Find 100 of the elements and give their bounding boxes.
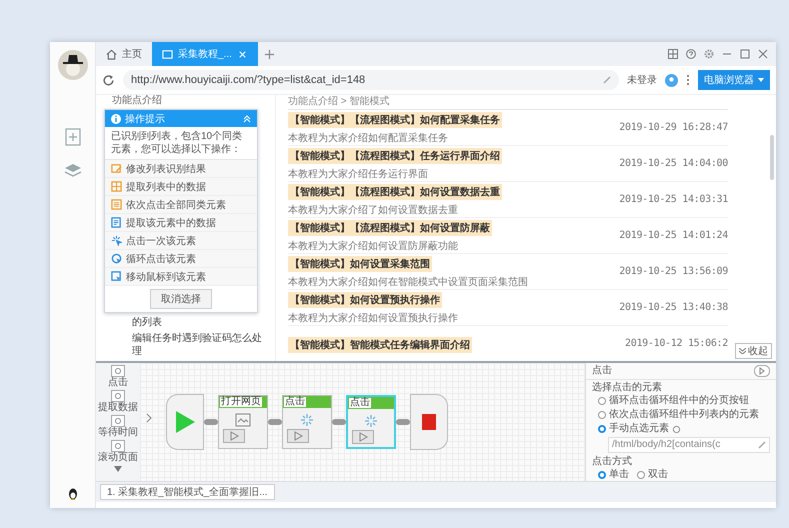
connector [396,419,410,425]
article-summary: 本教程为大家介绍如何配置采集任务 [288,132,449,145]
article-title[interactable]: 【智能模式】【流程图模式】如何设置防屏蔽 [288,220,492,236]
step-label: 点击 [284,397,306,407]
field-label: 选择点击的元素 [591,380,663,394]
tool-item[interactable]: 点击 [108,365,128,388]
collapse-icon[interactable] [243,114,251,122]
connector [268,419,282,425]
tool-item[interactable]: 滚动页面 [98,440,138,463]
article-title[interactable]: 【智能模式】如何设置预执行操作 [288,292,442,308]
radio-button[interactable] [598,471,606,479]
move-icon [111,271,122,282]
settings-icon[interactable] [704,49,714,59]
help-icon[interactable] [686,49,696,59]
article-summary: 本教程为大家介绍如何设置预执行操作 [288,312,459,325]
pencil-icon[interactable] [758,441,766,449]
address-field[interactable]: http://www.houyicaiji.com/?type=list&cat_id=148 [123,70,619,90]
action-item[interactable]: 移动鼠标到该元素 [105,268,257,286]
action-item[interactable]: 提取列表中的数据 [105,178,257,196]
list-icon [111,199,122,210]
play-icon[interactable] [287,429,309,443]
popup-title: 操作提示 [125,112,166,126]
loop-icon [111,253,122,264]
tree-section[interactable]: 功能点介绍 [112,95,265,107]
article-summary: 本教程为大家介绍了如何设置数据去重 [288,204,459,217]
option-label: 单击 [609,469,629,481]
caret-icon [758,78,764,82]
tool-item[interactable]: 等待时间 [98,415,138,438]
user-icon[interactable] [665,74,678,86]
play-icon[interactable] [352,430,374,444]
article-title[interactable]: 【智能模式】智能模式任务编辑界面介绍 [288,336,472,352]
tree-item[interactable]: 的列表 [132,316,265,329]
flow-step-node[interactable]: 打开网页 [218,395,268,449]
info-icon [111,114,121,124]
cancel-button[interactable]: 取消选择 [150,289,212,309]
webpage-icon [235,413,251,427]
article-title[interactable]: 【智能模式】如何设置采集范围 [288,256,432,272]
grid-icon [111,181,122,192]
radio-button[interactable] [598,397,606,405]
action-item[interactable]: 提取该元素中的数据 [105,214,257,232]
click-icon [111,235,122,246]
flow-step-node[interactable]: 点击 [346,395,396,449]
extract-icon [111,217,122,228]
close-icon[interactable] [236,48,248,60]
article-title[interactable]: 【智能模式】【流程图模式】如何设置数据去重 [288,184,502,200]
window-icon [162,48,173,60]
close-icon[interactable] [758,49,768,59]
play-icon[interactable] [754,365,770,377]
article-date: 2019-10-25 14:04:00 [619,158,728,169]
click-icon [299,413,315,427]
action-item[interactable]: 修改列表识别结果 [105,160,257,178]
task-tab[interactable]: 1. 采集教程_智能模式_全面掌握旧... [100,484,275,500]
tool-item[interactable]: 提取数据 [98,390,138,413]
xpath-field[interactable]: /html/body/h2[contains(c [608,437,770,453]
action-item[interactable]: 点击一次该元素 [105,232,257,250]
add-page-icon[interactable] [64,128,82,146]
panel-title: 点击 [592,365,612,377]
article-summary: 本教程为大家介绍任务运行界面 [288,168,429,181]
article-date: 2019-10-25 14:01:24 [619,230,728,241]
home-icon [106,48,117,60]
grid-icon[interactable] [668,49,678,59]
maximize-icon[interactable] [740,49,750,59]
collapse-button[interactable]: 收起 [735,343,772,359]
radio-button[interactable] [598,411,606,419]
radio-button[interactable] [637,471,645,479]
start-node[interactable] [166,394,204,450]
stop-icon [422,414,436,430]
tool-icon [111,440,125,452]
article-summary: 本教程为大家介绍如何在智能模式中设置页面采集范围 [288,276,529,289]
browser-tab[interactable]: 主页 [96,42,152,66]
option-label: 手动点选元素 [609,423,669,435]
penguin-icon[interactable] [66,488,78,500]
tool-icon [111,415,125,427]
radio-button[interactable] [598,425,606,433]
article-date: 2019-10-25 14:03:31 [619,194,728,205]
action-item[interactable]: 循环点击该元素 [105,250,257,268]
option-label: 双击 [648,469,668,481]
flow-step-node[interactable]: 点击 [282,395,332,449]
connector [204,419,218,425]
more-icon[interactable] [686,74,690,86]
article-date: 2019-10-25 13:40:38 [619,302,728,313]
tool-icon [111,390,125,402]
chevron-icon[interactable] [146,413,152,423]
login-link[interactable]: 未登录 [627,73,657,87]
action-item[interactable]: 依次点击全部同类元素 [105,196,257,214]
scrollbar-thumb[interactable] [770,135,774,180]
pencil-icon[interactable] [603,76,611,84]
expand-icon[interactable] [114,466,122,472]
start-icon [174,410,196,434]
breadcrumb: 功能点介绍 > 智能模式 [288,95,728,110]
new-tab-icon[interactable] [264,48,275,60]
tree-item[interactable]: 编辑任务时遇到验证码怎么处理 [132,332,265,358]
play-icon[interactable] [223,429,245,443]
avatar-icon[interactable] [58,50,88,80]
article-title[interactable]: 【智能模式】【流程图模式】如何配置采集任务 [288,112,502,128]
article-title[interactable]: 【智能模式】【流程图模式】任务运行界面介绍 [288,148,502,164]
connector [332,419,346,425]
field-label: 点击方式 [591,454,633,468]
end-node[interactable] [410,394,448,450]
click-icon [363,414,379,428]
